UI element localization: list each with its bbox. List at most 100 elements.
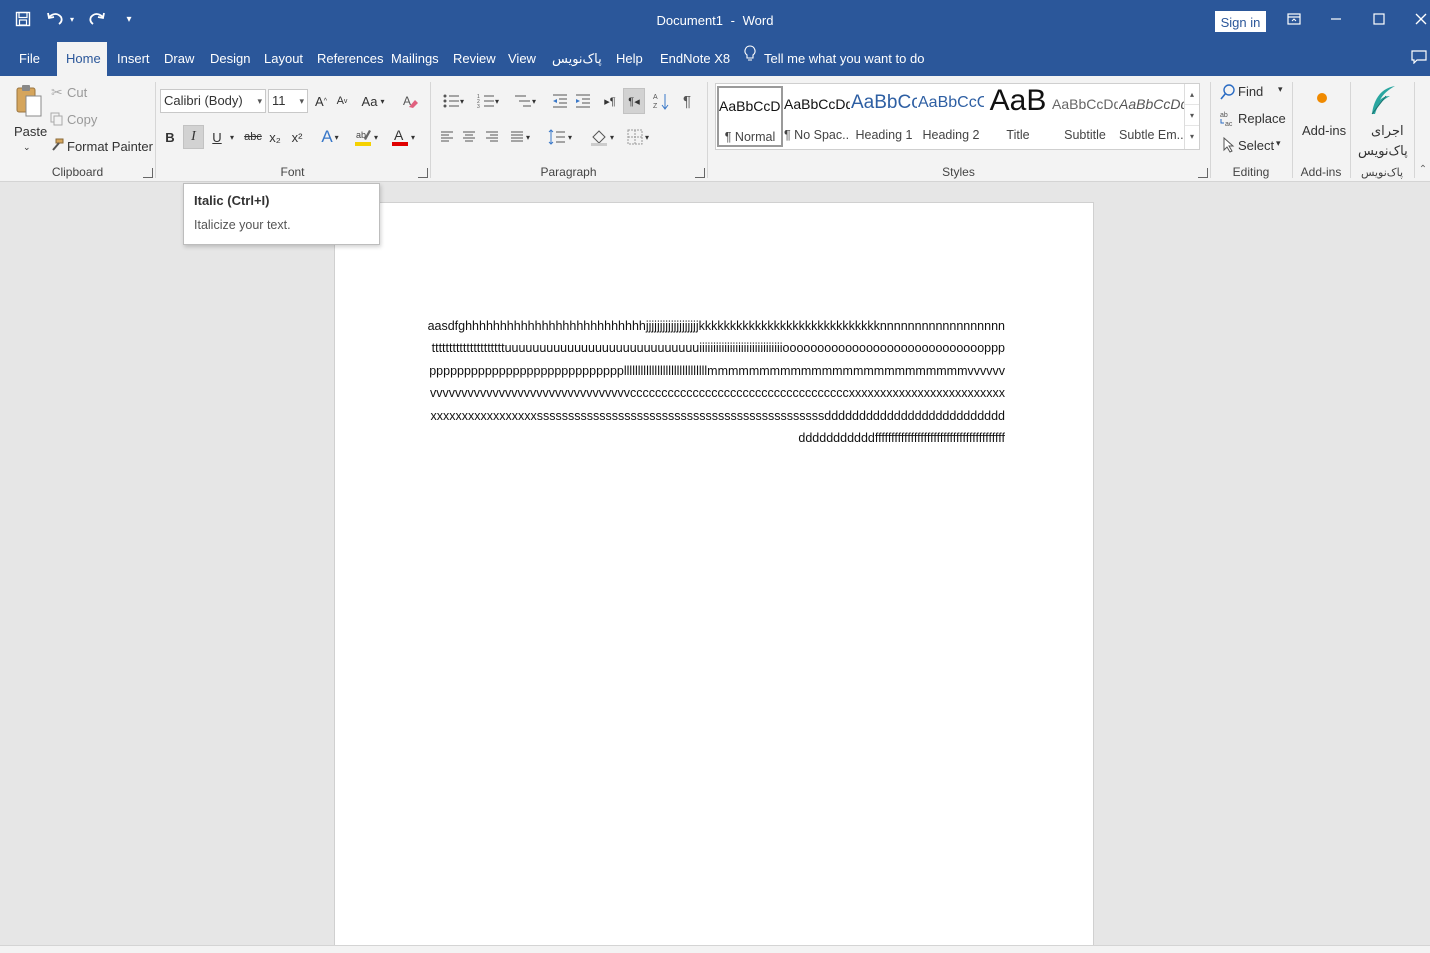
bullets-button[interactable]: ▾ [437,90,469,112]
tab-file[interactable]: File [10,42,49,76]
multilevel-list-button[interactable]: ▾ [509,90,541,112]
run-paknevis-button[interactable]: اجرای پاک‌نویس [1352,82,1412,160]
numbering-button[interactable]: 123 ▾ [472,90,504,112]
tooltip-description: Italicize your text. [194,218,291,232]
style-title[interactable]: AaB Title [985,84,1051,147]
gallery-more-icon[interactable]: ▾ [1185,126,1199,147]
justify-button[interactable]: ▾ [505,126,535,148]
svg-text:3: 3 [477,104,480,109]
show-formatting-marks-icon[interactable]: ¶ [677,90,697,112]
font-color-button[interactable]: A ▾ [387,125,419,149]
style-name: Heading 2 [922,128,980,142]
magnifier-icon [1220,84,1236,103]
minimize-icon[interactable] [1323,8,1349,30]
font-dialog-launcher[interactable] [418,168,428,178]
gallery-up-icon[interactable]: ▴ [1185,84,1199,105]
tab-draw[interactable]: Draw [155,42,203,76]
paragraph-dialog-launcher[interactable] [695,168,705,178]
customize-qat-icon[interactable]: ▾ [118,8,140,30]
tab-layout[interactable]: Layout [255,42,312,76]
underline-button[interactable]: U [207,126,227,148]
document-page[interactable]: aasdfghhhhhhhhhhhhhhhhhhhhhhhhhhjjjjjjjj… [334,202,1094,953]
addins-button[interactable]: Add-ins [1296,86,1346,146]
clipboard-dialog-launcher[interactable] [143,168,153,178]
text-effects-button[interactable]: A ▾ [315,125,345,149]
bold-button[interactable]: B [160,126,180,148]
style-no-spacing[interactable]: AaBbCcDd ¶ No Spac... [784,86,850,147]
ltr-direction-icon[interactable]: ▸¶ [600,90,620,112]
tab-review[interactable]: Review [444,42,505,76]
style-preview: AaBbCcDd [719,98,781,114]
copy-button[interactable]: Copy [50,110,110,130]
find-button[interactable]: Find ▾ [1220,82,1290,102]
sort-icon[interactable]: AZ [650,90,672,112]
title-separator: - [730,13,735,28]
undo-icon[interactable] [44,8,66,30]
increase-indent-icon[interactable] [573,90,593,112]
strikethrough-button[interactable]: abc [240,126,266,148]
redo-icon[interactable] [86,8,108,30]
style-normal[interactable]: AaBbCcDd ¶ Normal [717,86,783,147]
align-left-icon[interactable] [437,126,457,148]
superscript-button[interactable]: x² [287,126,307,148]
comments-icon[interactable] [1411,50,1427,68]
gallery-down-icon[interactable]: ▾ [1185,105,1199,126]
tab-endnote[interactable]: EndNote X8 [651,42,739,76]
grow-font-icon[interactable]: A ^ [312,91,330,111]
chevron-down-icon: ▾ [459,96,464,106]
save-icon[interactable] [12,8,34,30]
paknevis-group-label: پاک‌نویس [1360,166,1404,179]
tab-references[interactable]: References [308,42,392,76]
tab-view[interactable]: View [499,42,545,76]
style-name: Subtle Em... [1119,128,1185,142]
tab-mailings[interactable]: Mailings [382,42,448,76]
change-case-button[interactable]: Aa ▾ [358,91,388,111]
text-highlight-button[interactable]: ab ▾ [349,125,383,149]
style-subtitle[interactable]: AaBbCcDd Subtitle [1052,86,1118,147]
document-body-text[interactable]: aasdfghhhhhhhhhhhhhhhhhhhhhhhhhhjjjjjjjj… [425,315,1005,449]
subscript-button[interactable]: x₂ [265,126,285,148]
paste-button[interactable]: Paste ⌄ [8,82,48,160]
font-group: Calibri (Body) ▾ 11 ▾ A ^ Av Aa ▾ A B I U… [155,76,430,182]
svg-text:ac: ac [1225,121,1233,128]
format-painter-button[interactable]: Format Painter [50,137,153,157]
numbering-icon: 123 [477,94,494,109]
maximize-icon[interactable] [1366,8,1392,30]
ribbon-display-options-icon[interactable] [1281,8,1307,30]
styles-dialog-launcher[interactable] [1198,168,1208,178]
font-size-select[interactable]: 11 ▾ [268,89,308,113]
align-right-icon[interactable] [482,126,502,148]
clipboard-group: Paste ⌄ ✂ Cut Copy Format Painter Clipbo… [0,76,155,182]
italic-button[interactable]: I [183,125,204,149]
feather-icon [1368,84,1398,121]
tell-me-search[interactable]: Tell me what you want to do [744,42,924,76]
borders-button[interactable]: ▾ [622,126,654,148]
sign-in-button[interactable]: Sign in [1215,11,1266,32]
close-icon[interactable] [1408,8,1430,30]
cut-button[interactable]: ✂ Cut [50,83,110,103]
document-name: Document1 [656,13,724,28]
tab-insert[interactable]: Insert [108,42,159,76]
underline-dropdown-icon[interactable]: ▾ [227,126,237,148]
undo-dropdown-icon[interactable]: ▾ [68,8,76,30]
style-name: Heading 1 [855,128,913,142]
shading-button[interactable]: ▾ [586,126,618,148]
editing-group-label: Editing [1232,165,1270,179]
style-heading-1[interactable]: AaBbCc Heading 1 [851,86,917,147]
select-button[interactable]: Select ▾ [1220,136,1290,156]
decrease-indent-icon[interactable] [550,90,570,112]
tab-help[interactable]: Help [607,42,652,76]
tab-design[interactable]: Design [201,42,259,76]
clear-formatting-icon[interactable]: A [400,90,420,112]
shrink-font-icon[interactable]: Av [333,91,351,111]
collapse-ribbon-icon[interactable]: ⌃ [1418,162,1428,176]
rtl-direction-icon[interactable]: ¶◂ [623,88,645,114]
style-subtle-emphasis[interactable]: AaBbCcDd Subtle Em... [1119,86,1185,147]
line-spacing-button[interactable]: ▾ [544,126,576,148]
style-heading-2[interactable]: AaBbCcC Heading 2 [918,86,984,147]
tab-home[interactable]: Home [57,42,107,76]
font-family-select[interactable]: Calibri (Body) ▾ [160,89,266,113]
replace-button[interactable]: ab ac Replace [1220,109,1290,129]
align-center-icon[interactable] [459,126,479,148]
tab-paknevis[interactable]: پاک‌نویس [543,42,611,76]
